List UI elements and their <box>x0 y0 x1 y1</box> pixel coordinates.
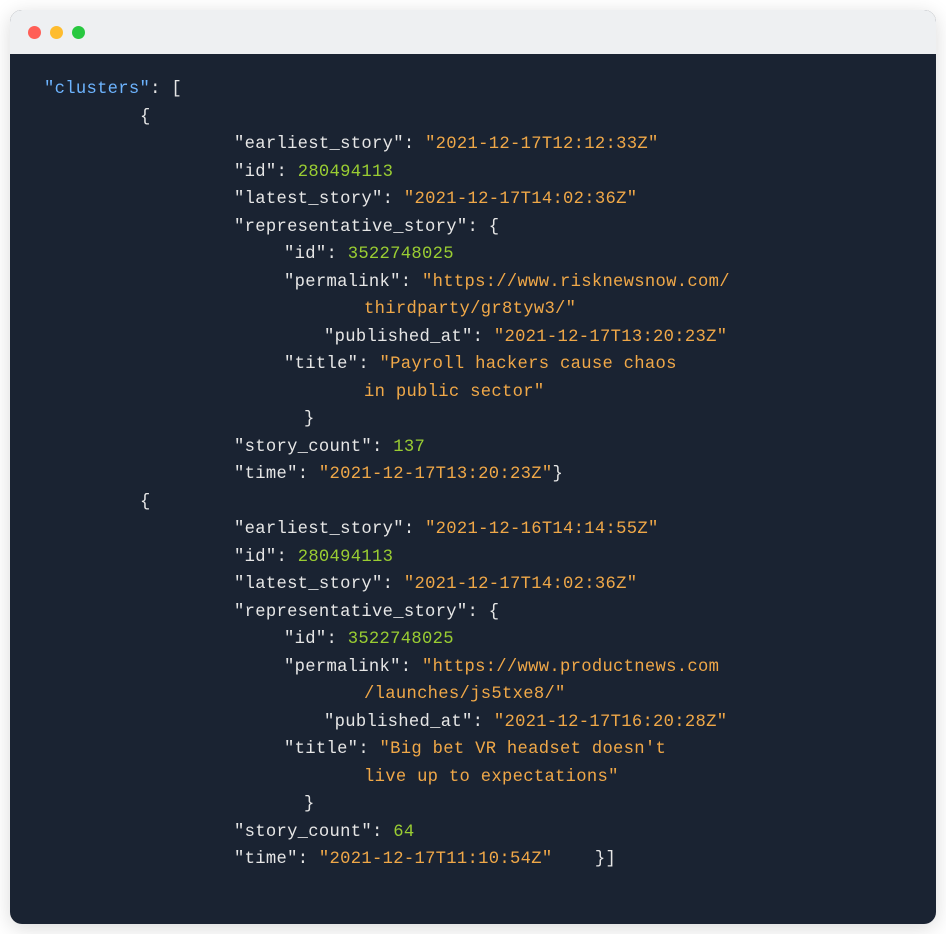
code-line: live up to expectations" <box>44 764 902 792</box>
terminal-window: "clusters": [ { "earliest_story": "2021-… <box>10 10 936 924</box>
code-line: "time": "2021-12-17T13:20:23Z"} <box>44 461 902 489</box>
code-line: { <box>44 104 902 132</box>
code-line: "clusters": [ <box>44 76 902 104</box>
code-line: thirdparty/gr8tyw3/" <box>44 296 902 324</box>
code-line: "latest_story": "2021-12-17T14:02:36Z" <box>44 571 902 599</box>
code-line: "title": "Payroll hackers cause chaos <box>44 351 902 379</box>
code-line: /launches/js5txe8/" <box>44 681 902 709</box>
code-line: "id": 280494113 <box>44 544 902 572</box>
code-line: "id": 3522748025 <box>44 626 902 654</box>
code-line: "permalink": "https://www.risknewsnow.co… <box>44 269 902 297</box>
root-key: "clusters" <box>44 80 150 99</box>
code-line: "permalink": "https://www.productnews.co… <box>44 654 902 682</box>
close-icon[interactable] <box>28 26 41 39</box>
code-line: "time": "2021-12-17T11:10:54Z" }] <box>44 846 902 874</box>
titlebar <box>10 10 936 54</box>
code-content: "clusters": [ { "earliest_story": "2021-… <box>10 54 936 924</box>
code-line: "id": 3522748025 <box>44 241 902 269</box>
code-line: "published_at": "2021-12-17T16:20:28Z" <box>44 709 902 737</box>
code-line: "title": "Big bet VR headset doesn't <box>44 736 902 764</box>
maximize-icon[interactable] <box>72 26 85 39</box>
code-line: in public sector" <box>44 379 902 407</box>
window-controls <box>28 26 85 39</box>
code-line: "story_count": 137 <box>44 434 902 462</box>
code-line: "latest_story": "2021-12-17T14:02:36Z" <box>44 186 902 214</box>
code-line: "published_at": "2021-12-17T13:20:23Z" <box>44 324 902 352</box>
minimize-icon[interactable] <box>50 26 63 39</box>
code-line: } <box>44 406 902 434</box>
code-line: "earliest_story": "2021-12-16T14:14:55Z" <box>44 516 902 544</box>
code-line: } <box>44 791 902 819</box>
code-line: { <box>44 489 902 517</box>
code-line: "id": 280494113 <box>44 159 902 187</box>
code-line: "earliest_story": "2021-12-17T12:12:33Z" <box>44 131 902 159</box>
code-line: "representative_story": { <box>44 599 902 627</box>
code-line: "story_count": 64 <box>44 819 902 847</box>
code-line: "representative_story": { <box>44 214 902 242</box>
